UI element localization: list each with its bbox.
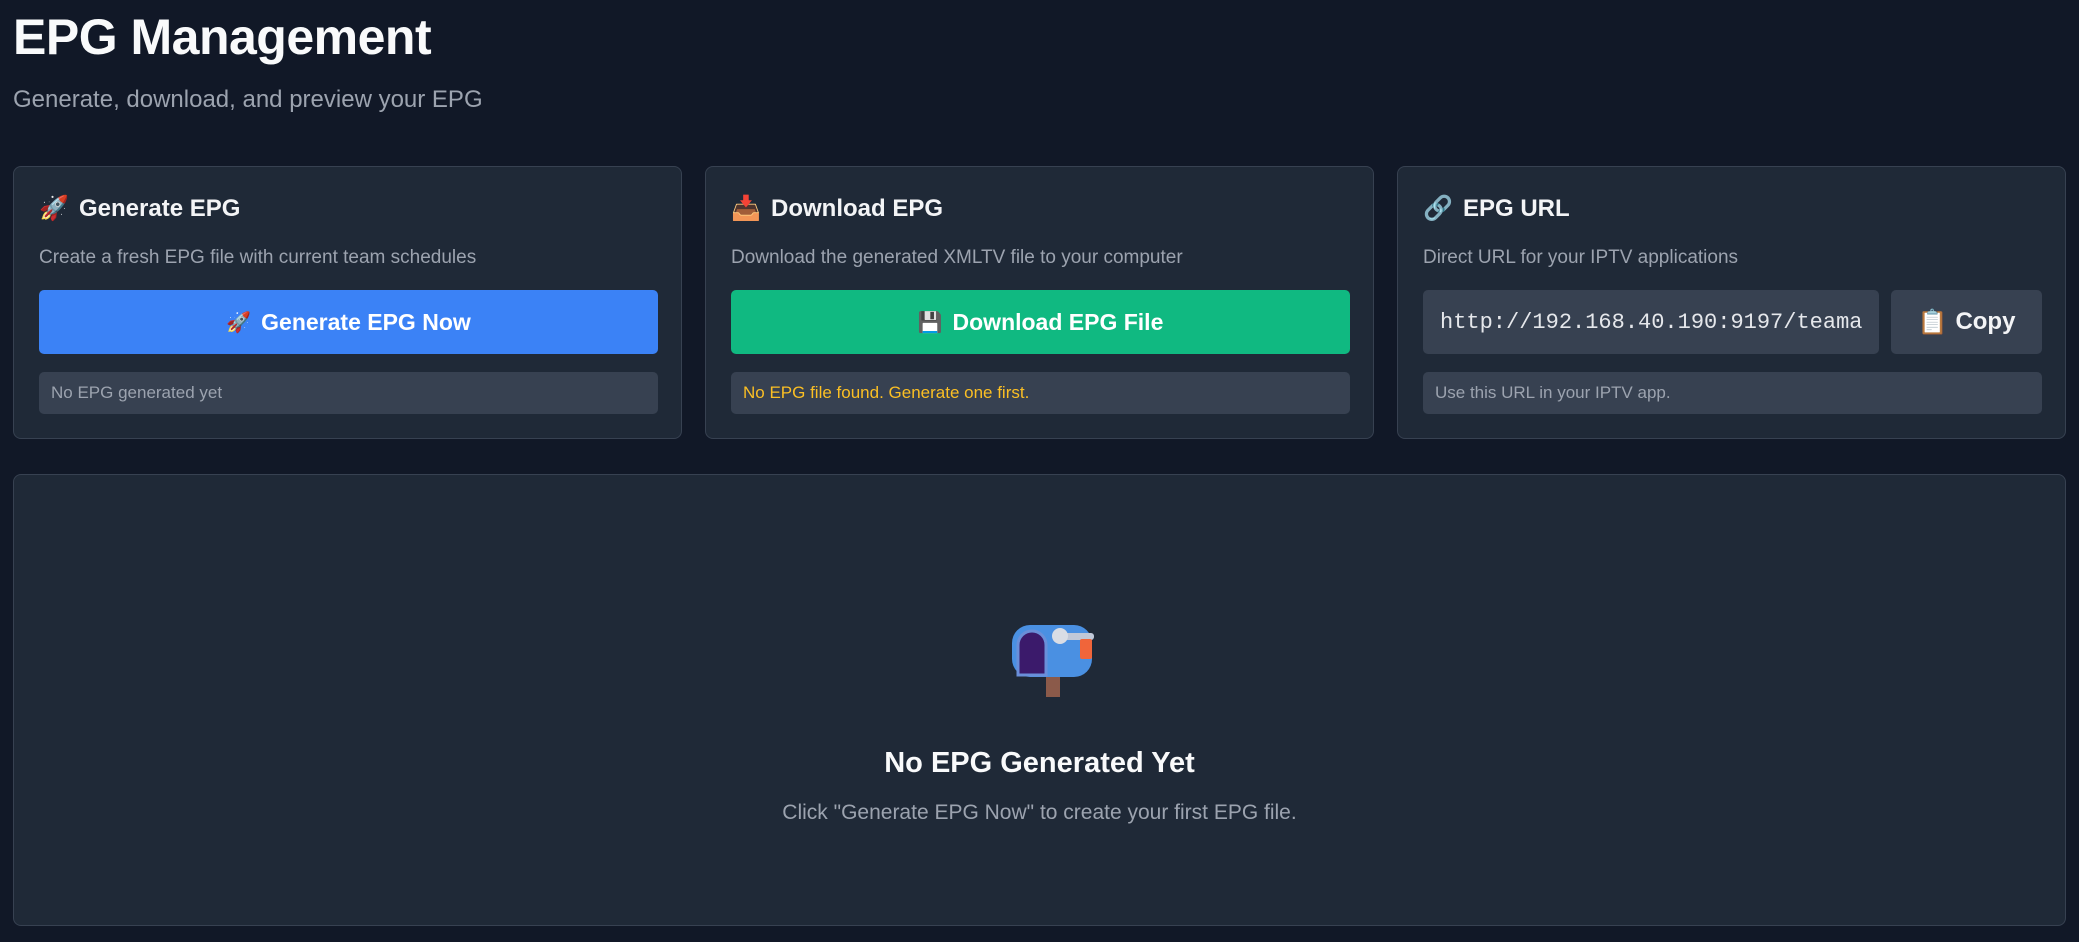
generate-epg-card: 🚀 Generate EPG Create a fresh EPG file w… <box>13 166 682 439</box>
rocket-icon: 🚀 <box>226 311 252 334</box>
epg-url-title: EPG URL <box>1463 195 1570 222</box>
download-epg-header: 📥 Download EPG <box>731 195 943 223</box>
download-status: No EPG file found. Generate one first. <box>731 372 1350 414</box>
generate-epg-header: 🚀 Generate EPG <box>39 195 240 223</box>
generate-status: No EPG generated yet <box>39 372 658 414</box>
generate-epg-button[interactable]: 🚀 Generate EPG Now <box>39 290 658 354</box>
empty-state-title: No EPG Generated Yet <box>884 747 1195 779</box>
inbox-tray-icon: 📥 <box>731 195 761 222</box>
floppy-disk-icon: 💾 <box>917 311 943 334</box>
download-epg-card: 📥 Download EPG Download the generated XM… <box>705 166 1374 439</box>
page-subtitle: Generate, download, and preview your EPG <box>13 86 483 113</box>
epg-url-header: 🔗 EPG URL <box>1423 195 1570 223</box>
copy-url-button[interactable]: 📋 Copy <box>1891 290 2042 354</box>
mailbox-icon <box>1012 625 1094 697</box>
epg-url-field[interactable] <box>1423 290 1879 354</box>
download-epg-description: Download the generated XMLTV file to you… <box>731 247 1183 268</box>
clipboard-icon: 📋 <box>1917 308 1948 336</box>
link-icon: 🔗 <box>1423 195 1453 222</box>
epg-url-card: 🔗 EPG URL Direct URL for your IPTV appli… <box>1397 166 2066 439</box>
epg-url-description: Direct URL for your IPTV applications <box>1423 247 1739 268</box>
generate-epg-title: Generate EPG <box>79 195 241 222</box>
download-epg-button-label: Download EPG File <box>952 308 1164 335</box>
epg-url-hint: Use this URL in your IPTV app. <box>1423 372 2042 414</box>
rocket-icon: 🚀 <box>39 195 69 222</box>
generate-epg-button-label: Generate EPG Now <box>261 308 471 335</box>
page-title: EPG Management <box>13 9 432 65</box>
copy-button-label: Copy <box>1955 308 2016 335</box>
download-epg-button[interactable]: 💾 Download EPG File <box>731 290 1350 354</box>
download-epg-title: Download EPG <box>771 195 944 222</box>
generate-epg-description: Create a fresh EPG file with current tea… <box>39 247 477 268</box>
epg-preview-panel: No EPG Generated Yet Click "Generate EPG… <box>13 474 2066 926</box>
empty-state-text: Click "Generate EPG Now" to create your … <box>782 801 1297 824</box>
